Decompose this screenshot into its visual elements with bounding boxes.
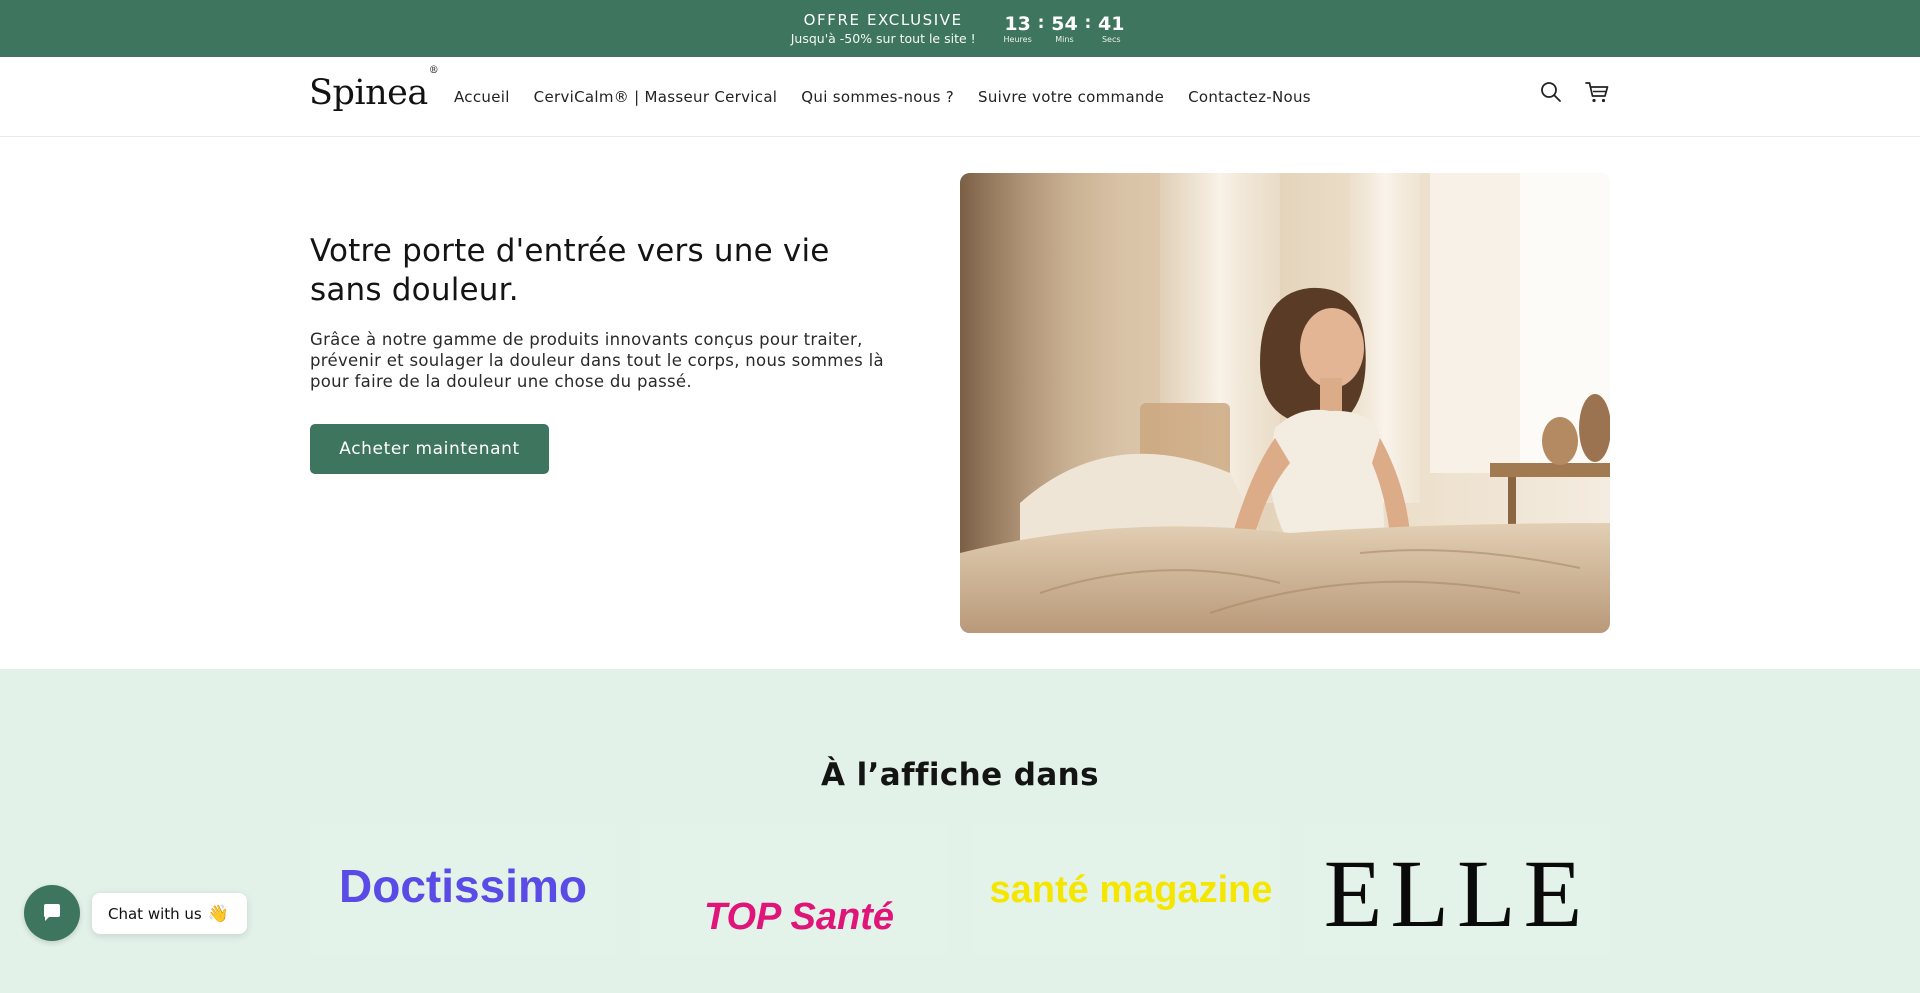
hero-section: Votre porte d'entrée vers une vie sans d… (0, 137, 1920, 669)
countdown-timer: 13 Heures : 54 Mins : 41 Secs (1000, 13, 1130, 45)
announcement-subtitle: Jusqu'à -50% sur tout le site ! (790, 30, 976, 46)
countdown-mins-value: 54 (1051, 12, 1078, 35)
press-title: À l’affiche dans (821, 757, 1099, 793)
site-header: Spinea® Accueil CerviCalm® | Masseur Cer… (0, 57, 1920, 137)
cart-icon[interactable] (1584, 79, 1610, 105)
countdown-hours-value: 13 (1004, 12, 1031, 35)
chat-prompt-label: Chat with us (108, 904, 202, 923)
chat-prompt[interactable]: Chat with us 👋 (92, 893, 247, 934)
search-icon[interactable] (1538, 79, 1564, 105)
announcement-text: OFFRE EXCLUSIVE Jusqu'à -50% sur tout le… (791, 10, 976, 48)
doctissimo-logo-text: Doctissimo (339, 860, 587, 912)
press-section: À l’affiche dans Doctissimo TOP Santé sa… (0, 669, 1920, 993)
waving-hand-icon: 👋 (207, 903, 229, 924)
hero-image (960, 173, 1610, 633)
countdown-separator: : (1084, 12, 1092, 33)
doctissimo-logo: Doctissimo (310, 824, 616, 954)
countdown-mins: 54 Mins (1046, 13, 1082, 45)
announcement-bar: OFFRE EXCLUSIVE Jusqu'à -50% sur tout le… (0, 0, 1920, 57)
nav-item-suivre-commande[interactable]: Suivre votre commande (966, 88, 1176, 106)
countdown-hours-label: Heures (1003, 34, 1032, 44)
hero-illustration (960, 173, 1610, 633)
nav-item-cervicalm[interactable]: CerviCalm® | Masseur Cervical (522, 88, 790, 106)
nav-item-accueil[interactable]: Accueil (442, 88, 522, 106)
elle-logo: ELLE (1303, 824, 1610, 954)
countdown-hours: 13 Heures (1000, 13, 1036, 45)
header-actions (1538, 79, 1610, 105)
countdown-mins-label: Mins (1055, 34, 1074, 44)
buy-now-button[interactable]: Acheter maintenant (310, 424, 549, 474)
main-nav: Accueil CerviCalm® | Masseur Cervical Qu… (442, 57, 1323, 137)
chat-bubble-icon (44, 904, 60, 921)
top-sante-logo: TOP Santé (641, 824, 948, 954)
countdown-secs: 41 Secs (1093, 13, 1129, 45)
press-logos: Doctissimo TOP Santé santé magazine ELLE (310, 824, 1610, 954)
countdown-secs-value: 41 (1098, 12, 1125, 35)
sante-magazine-logo-text: santé magazine (989, 869, 1271, 911)
logo-registered-mark: ® (428, 65, 439, 77)
countdown-separator: : (1037, 12, 1045, 33)
site-logo[interactable]: Spinea® (309, 65, 439, 113)
elle-logo-text: ELLE (1324, 840, 1591, 944)
nav-item-qui-sommes-nous[interactable]: Qui sommes-nous ? (789, 88, 966, 106)
top-sante-logo-text: TOP Santé (704, 896, 894, 938)
hero-description: Grâce à notre gamme de produits innovant… (310, 330, 884, 391)
logo-text: Spinea (309, 73, 428, 113)
nav-item-contact[interactable]: Contactez-Nous (1176, 88, 1323, 106)
chat-launcher-button[interactable] (24, 885, 80, 941)
countdown-secs-label: Secs (1101, 34, 1121, 44)
announcement-title: OFFRE EXCLUSIVE (803, 10, 963, 29)
hero-title: Votre porte d'entrée vers une vie sans d… (310, 233, 830, 308)
sante-magazine-logo: santé magazine (972, 824, 1279, 954)
